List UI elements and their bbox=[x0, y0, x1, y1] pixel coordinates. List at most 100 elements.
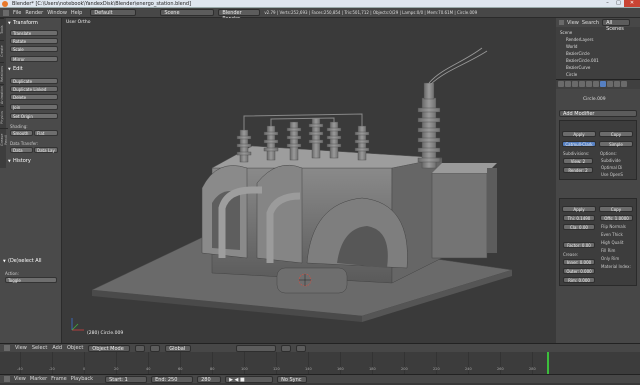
subdivide-uvs-checkbox[interactable]: Subdivide bbox=[601, 158, 621, 163]
layers-grid[interactable] bbox=[236, 344, 277, 352]
tree-item-renderlayers[interactable]: RenderLayers bbox=[566, 37, 593, 42]
menu-file[interactable]: File bbox=[13, 10, 21, 16]
catmull-clark-button[interactable]: Catmull-Clark bbox=[562, 141, 596, 147]
transform-panel-header[interactable]: Transform bbox=[7, 20, 61, 27]
layout-selector[interactable]: Default bbox=[90, 9, 137, 16]
scene-tab-icon[interactable] bbox=[572, 81, 578, 87]
flat-button[interactable]: Flat bbox=[34, 130, 58, 136]
tree-item-circle[interactable]: Circle bbox=[566, 72, 577, 77]
duplicate-linked-button[interactable]: Duplicate Linked bbox=[10, 86, 58, 92]
scene-selector[interactable]: Scene bbox=[160, 9, 215, 16]
menu-add[interactable]: Add bbox=[52, 345, 62, 351]
playback-controls[interactable]: ▶ ◀ ■ bbox=[225, 375, 274, 383]
tree-item-scene[interactable]: Scene bbox=[560, 30, 572, 35]
menu-view[interactable]: View bbox=[15, 345, 27, 351]
subsurf-apply-button[interactable]: Apply bbox=[562, 131, 596, 137]
duplicate-button[interactable]: Duplicate bbox=[10, 78, 58, 84]
object-tab-icon[interactable] bbox=[586, 81, 592, 87]
data-button[interactable]: Data bbox=[10, 147, 33, 153]
pivot-selector[interactable] bbox=[150, 344, 161, 352]
info-editor-icon[interactable] bbox=[3, 9, 9, 16]
history-panel-header[interactable]: History bbox=[7, 158, 61, 165]
snap-toggle[interactable] bbox=[281, 344, 292, 352]
editor-type-icon[interactable] bbox=[4, 345, 10, 351]
join-button[interactable]: Join bbox=[10, 104, 58, 110]
action-dropdown[interactable]: Toggle bbox=[5, 277, 57, 283]
current-frame-cursor[interactable] bbox=[547, 352, 549, 374]
tab-create[interactable]: Create bbox=[0, 40, 4, 62]
viewport-shading-selector[interactable] bbox=[135, 344, 146, 352]
menu-marker[interactable]: Marker bbox=[30, 376, 47, 382]
subsurf-copy-button[interactable]: Copy bbox=[599, 131, 633, 137]
world-tab-icon[interactable] bbox=[579, 81, 585, 87]
tab-physics[interactable]: Physics bbox=[0, 106, 4, 128]
tab-grease-pencil[interactable]: Grease Pencil bbox=[0, 128, 8, 150]
render-engine-selector[interactable]: Blender Render bbox=[218, 9, 261, 22]
tree-item-beziercircle-001[interactable]: BezierCircle.001 bbox=[566, 58, 599, 63]
current-frame-field[interactable]: 280 bbox=[197, 375, 222, 383]
tree-item-beziercircle[interactable]: BezierCircle bbox=[566, 51, 590, 56]
simple-button[interactable]: Simple bbox=[599, 141, 633, 147]
modifiers-tab-icon[interactable] bbox=[600, 81, 606, 87]
thickness-field[interactable]: Thi: 0.1490 bbox=[563, 215, 595, 221]
rim-crease-field[interactable]: Rim: 0.000 bbox=[563, 277, 595, 283]
tab-relations[interactable]: Relations bbox=[0, 62, 4, 84]
tree-item-world[interactable]: World bbox=[566, 44, 577, 49]
start-frame-field[interactable]: Start: 1 bbox=[105, 375, 148, 383]
menu-object[interactable]: Object bbox=[67, 345, 83, 351]
close-button[interactable]: ✕ bbox=[624, 0, 640, 7]
use-opensubdiv-checkbox[interactable]: Use OpenS bbox=[601, 172, 623, 177]
even-thickness-checkbox[interactable]: Even Thick bbox=[601, 232, 623, 237]
tab-animation[interactable]: Animation bbox=[0, 84, 4, 106]
translate-button[interactable]: Translate bbox=[10, 30, 58, 36]
edit-panel-header[interactable]: Edit bbox=[7, 66, 61, 73]
outer-crease-field[interactable]: Outer: 0.000 bbox=[563, 268, 595, 274]
constraints-tab-icon[interactable] bbox=[593, 81, 599, 87]
delete-button[interactable]: Delete bbox=[10, 94, 58, 100]
tab-tools[interactable]: Tools bbox=[0, 18, 4, 40]
data-tab-icon[interactable] bbox=[607, 81, 613, 87]
flip-normals-checkbox[interactable]: Flip Normals bbox=[601, 224, 626, 229]
outliner-view-menu[interactable]: View bbox=[567, 20, 579, 26]
menu-help[interactable]: Help bbox=[71, 10, 82, 16]
timeline-editor-icon[interactable] bbox=[4, 376, 10, 382]
solidify-apply-button[interactable]: Apply bbox=[562, 206, 596, 212]
tree-item-beziercurve[interactable]: BezierCurve bbox=[566, 65, 590, 70]
optimal-display-checkbox[interactable]: Optimal Di bbox=[601, 165, 622, 170]
material-tab-icon[interactable] bbox=[614, 81, 620, 87]
operator-panel-header[interactable]: (De)select All bbox=[2, 258, 60, 265]
inner-crease-field[interactable]: Inner: 0.000 bbox=[563, 259, 595, 265]
outliner-display-selector[interactable]: All Scenes bbox=[602, 19, 631, 32]
set-origin-dropdown[interactable]: Set Origin bbox=[10, 113, 58, 119]
minimize-button[interactable]: – bbox=[602, 0, 613, 7]
clamp-field[interactable]: Cla: 0.00 bbox=[563, 224, 595, 230]
mirror-button[interactable]: Mirror bbox=[10, 56, 58, 62]
outliner[interactable] bbox=[556, 18, 640, 80]
menu-window[interactable]: Window bbox=[47, 10, 67, 16]
view-levels-field[interactable]: View: 2 bbox=[563, 158, 593, 164]
outliner-editor-icon[interactable] bbox=[559, 20, 564, 25]
transform-orientation-selector[interactable]: Global bbox=[165, 344, 192, 352]
factor-field[interactable]: Factor: 0.00 bbox=[563, 242, 595, 248]
render-levels-field[interactable]: Render: 2 bbox=[563, 167, 593, 173]
solidify-copy-button[interactable]: Copy bbox=[599, 206, 633, 212]
only-rim-checkbox[interactable]: Only Rim bbox=[601, 256, 619, 261]
menu-timeline-view[interactable]: View bbox=[14, 376, 26, 382]
add-modifier-dropdown[interactable]: Add Modifier bbox=[559, 110, 637, 117]
mode-selector[interactable]: Object Mode bbox=[88, 344, 131, 352]
render-preview-button[interactable] bbox=[296, 344, 307, 352]
smooth-button[interactable]: Smooth bbox=[10, 130, 33, 136]
rotate-button[interactable]: Rotate bbox=[10, 38, 58, 44]
menu-select[interactable]: Select bbox=[32, 345, 47, 351]
scale-button[interactable]: Scale bbox=[10, 46, 58, 52]
layers-tab-icon[interactable] bbox=[565, 81, 571, 87]
menu-render[interactable]: Render bbox=[25, 10, 43, 16]
3d-viewport[interactable] bbox=[62, 18, 556, 343]
timeline-area[interactable] bbox=[0, 352, 640, 374]
sync-mode-selector[interactable]: No Sync bbox=[277, 375, 308, 383]
maximize-button[interactable]: □ bbox=[613, 0, 624, 7]
outliner-search-menu[interactable]: Search bbox=[582, 20, 599, 26]
high-quality-normals-checkbox[interactable]: High Qualit bbox=[601, 240, 623, 245]
offset-field[interactable]: Offs: 1.0000 bbox=[600, 215, 633, 221]
fill-rim-checkbox[interactable]: Fill Rim bbox=[601, 248, 615, 253]
